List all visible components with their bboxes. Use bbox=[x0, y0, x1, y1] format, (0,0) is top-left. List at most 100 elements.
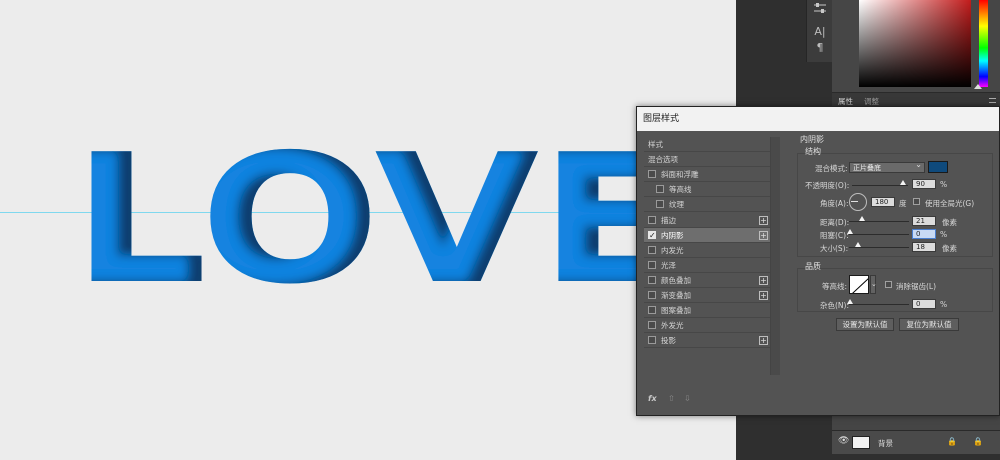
character-icon[interactable]: A| bbox=[811, 24, 829, 40]
layer-style-dialog: 图层样式 样式混合选项斜面和浮雕等高线纹理描边+内阴影+内发光光泽颜色叠加+渐变… bbox=[636, 106, 1000, 416]
style-item[interactable]: 外发光 bbox=[644, 318, 770, 334]
love-text: LOVE bbox=[72, 116, 684, 323]
size-unit: 像素 bbox=[942, 244, 957, 253]
style-item[interactable]: 等高线 bbox=[644, 182, 770, 198]
style-item[interactable]: 图案叠加 bbox=[644, 303, 770, 319]
paragraph-icon[interactable]: ¶ bbox=[811, 40, 829, 56]
style-checkbox[interactable] bbox=[648, 228, 656, 243]
style-item-label: 混合选项 bbox=[648, 155, 678, 165]
contour-dropdown[interactable] bbox=[870, 275, 877, 294]
hue-slider-handle[interactable] bbox=[974, 84, 982, 89]
love-text-layer: LOVE bbox=[72, 116, 684, 323]
style-checkbox[interactable] bbox=[648, 291, 656, 299]
add-style-icon[interactable]: + bbox=[759, 230, 768, 240]
style-checkbox[interactable] bbox=[648, 321, 656, 330]
panel-menu-icon[interactable] bbox=[989, 98, 996, 103]
style-checkbox[interactable] bbox=[648, 306, 656, 315]
choke-label: 阻塞(C): bbox=[820, 231, 849, 240]
style-item[interactable]: 渐变叠加 + bbox=[644, 288, 770, 303]
choke-slider[interactable] bbox=[849, 234, 909, 235]
noise-input[interactable]: 0 bbox=[912, 299, 936, 309]
lock-icon: 🔒 bbox=[947, 437, 957, 446]
document-canvas[interactable]: LOVE bbox=[0, 0, 736, 460]
angle-dial[interactable] bbox=[849, 193, 867, 211]
dialog-title[interactable]: 图层样式 bbox=[637, 107, 999, 131]
size-slider[interactable] bbox=[849, 247, 909, 248]
style-item-label: 斜面和浮雕 bbox=[661, 170, 699, 180]
contour-preview[interactable] bbox=[849, 275, 869, 294]
size-input[interactable]: 18 bbox=[912, 242, 936, 252]
style-item-label: 描边 bbox=[661, 215, 676, 225]
style-checkbox[interactable] bbox=[656, 185, 664, 194]
layer-thumbnail bbox=[852, 436, 870, 449]
reset-default-button[interactable]: 复位为默认值 bbox=[899, 318, 959, 331]
color-picker-panel bbox=[832, 0, 1000, 92]
distance-slider[interactable] bbox=[849, 221, 909, 222]
style-item[interactable]: 描边 + bbox=[644, 213, 770, 228]
distance-slider-thumb[interactable] bbox=[859, 216, 865, 221]
angle-unit: 度 bbox=[899, 199, 907, 208]
style-item[interactable]: 混合选项 bbox=[644, 152, 770, 168]
style-item[interactable]: 纹理 bbox=[644, 197, 770, 213]
style-checkbox[interactable] bbox=[648, 336, 656, 345]
add-style-icon[interactable]: + bbox=[759, 275, 768, 285]
global-light-checkbox[interactable] bbox=[913, 198, 920, 205]
style-item[interactable]: 投影 + bbox=[644, 333, 770, 349]
set-default-button[interactable]: 设置为默认值 bbox=[836, 318, 894, 331]
inner-shadow-title: 内阴影 bbox=[800, 135, 824, 144]
eye-icon[interactable]: 👁 bbox=[838, 436, 849, 446]
blend-mode-select[interactable]: 正片叠底 bbox=[849, 160, 925, 173]
noise-label: 杂色(N): bbox=[820, 301, 849, 310]
style-item[interactable]: 内发光 bbox=[644, 243, 770, 258]
opacity-label: 不透明度(O): bbox=[805, 181, 850, 190]
panel-toolstrip: A| ¶ bbox=[806, 0, 832, 62]
style-checkbox[interactable] bbox=[648, 260, 656, 269]
shadow-color-swatch[interactable] bbox=[928, 161, 948, 173]
style-item-label: 内发光 bbox=[661, 245, 684, 255]
hue-slider[interactable] bbox=[979, 0, 988, 87]
style-checkbox[interactable] bbox=[656, 200, 664, 209]
style-item[interactable]: 颜色叠加 + bbox=[644, 273, 770, 288]
style-list: 样式混合选项斜面和浮雕等高线纹理描边 + 内阴影 + 内发光光泽颜色叠加 + 渐变叠加 + 图案… bbox=[644, 137, 770, 383]
style-checkbox[interactable] bbox=[648, 170, 656, 179]
style-item-label: 内阴影 bbox=[661, 230, 684, 240]
angle-input[interactable]: 180 bbox=[871, 197, 895, 207]
move-up-icon[interactable]: ⇧ bbox=[668, 394, 675, 403]
layer-row-background[interactable]: 👁 背景 🔒 🔒 bbox=[832, 430, 1000, 454]
size-slider-thumb[interactable] bbox=[855, 242, 861, 247]
style-checkbox[interactable] bbox=[648, 215, 656, 224]
style-list-scrollbar[interactable] bbox=[770, 137, 780, 375]
choke-slider-thumb[interactable] bbox=[847, 229, 853, 234]
sliders-icon[interactable] bbox=[811, 2, 829, 18]
style-item-label: 投影 bbox=[661, 336, 676, 346]
style-item[interactable]: 样式 bbox=[644, 137, 770, 152]
add-style-icon[interactable]: + bbox=[759, 291, 768, 300]
style-checkbox[interactable] bbox=[648, 275, 656, 284]
style-item[interactable]: 光泽 bbox=[644, 258, 770, 273]
noise-slider[interactable] bbox=[849, 304, 909, 305]
add-style-icon[interactable]: + bbox=[759, 215, 768, 225]
opacity-slider-thumb[interactable] bbox=[900, 180, 906, 185]
style-item-label: 图案叠加 bbox=[661, 306, 691, 316]
choke-input[interactable]: 0 bbox=[912, 229, 936, 239]
style-item[interactable]: 斜面和浮雕 bbox=[644, 167, 770, 183]
opacity-input[interactable]: 90 bbox=[912, 179, 936, 189]
fx-icon[interactable]: fx bbox=[648, 394, 657, 403]
add-style-icon[interactable]: + bbox=[759, 336, 768, 346]
style-checkbox[interactable] bbox=[648, 245, 656, 254]
layer-name: 背景 bbox=[878, 439, 893, 448]
antialias-label: 消除锯齿(L) bbox=[896, 282, 937, 291]
structure-title: 结构 bbox=[805, 147, 821, 156]
opacity-slider[interactable] bbox=[852, 185, 908, 186]
move-down-icon[interactable]: ⇩ bbox=[684, 394, 691, 403]
noise-slider-thumb[interactable] bbox=[847, 299, 853, 304]
noise-unit: % bbox=[940, 300, 948, 309]
distance-unit: 像素 bbox=[942, 218, 957, 227]
distance-input[interactable]: 21 bbox=[912, 216, 936, 226]
style-item[interactable]: 内阴影 + bbox=[644, 227, 770, 243]
style-item-label: 纹理 bbox=[669, 200, 684, 210]
style-item-label: 颜色叠加 bbox=[661, 275, 691, 285]
antialias-checkbox[interactable] bbox=[885, 281, 892, 288]
style-item-label: 渐变叠加 bbox=[661, 291, 691, 300]
color-field[interactable] bbox=[859, 0, 971, 87]
